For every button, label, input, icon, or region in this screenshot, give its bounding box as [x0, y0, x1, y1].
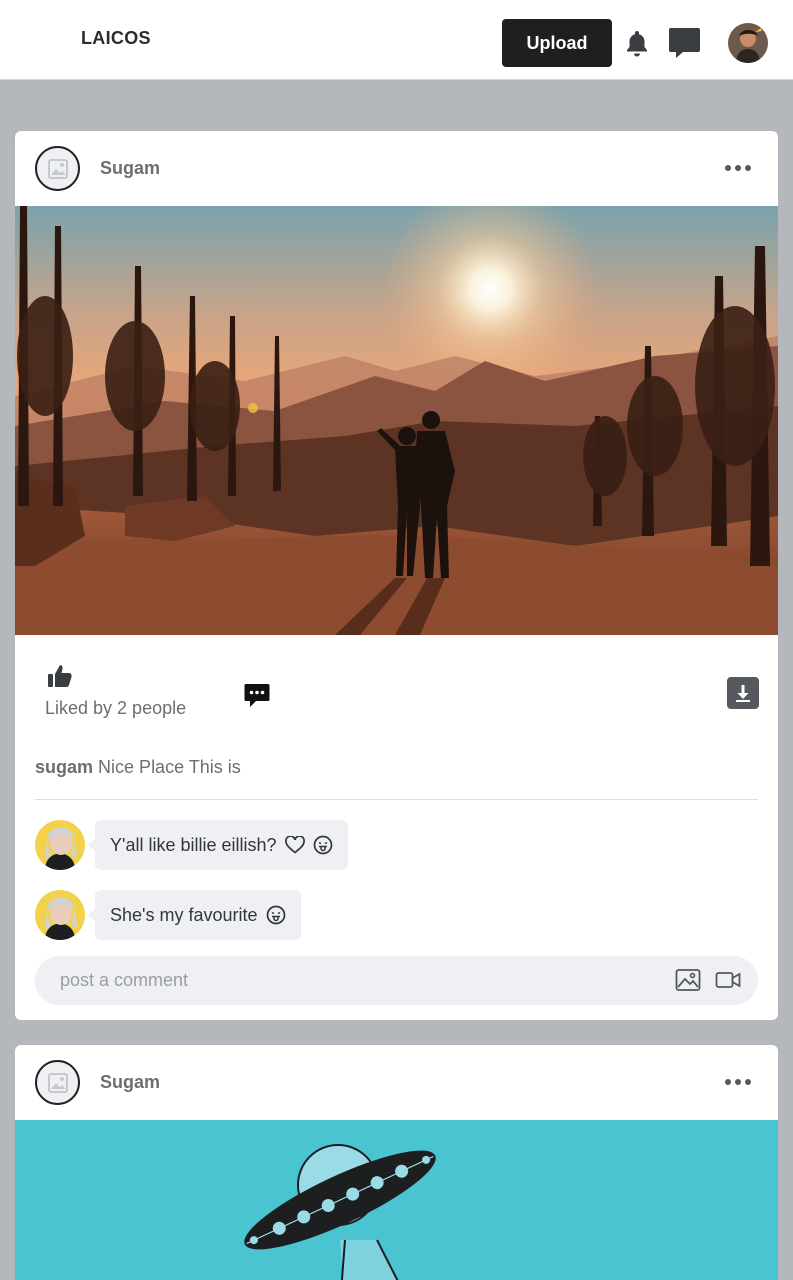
top-bar: LAICOS Upload	[0, 0, 793, 80]
divider	[35, 799, 758, 800]
more-options-icon[interactable]	[725, 161, 751, 175]
brand-logo[interactable]: LAICOS	[81, 28, 151, 49]
heart-icon[interactable]	[284, 836, 305, 854]
comment-item: Y'all like billie eillish?	[35, 820, 365, 872]
tongue-emoji-icon[interactable]	[266, 905, 286, 925]
comment-text: Y'all like billie eillish?	[110, 834, 277, 855]
more-options-icon[interactable]	[725, 1075, 751, 1089]
comment-bubble: She's my favourite	[88, 890, 301, 940]
photo-icon[interactable]	[675, 968, 701, 992]
video-icon[interactable]	[715, 969, 741, 991]
commenter-avatar[interactable]	[35, 820, 85, 870]
post-header: Sugam	[15, 131, 778, 206]
post-caption: sugam Nice Place This is	[35, 757, 241, 778]
post-image	[15, 1120, 778, 1280]
bell-icon[interactable]	[625, 29, 649, 57]
image-placeholder-icon	[47, 1072, 68, 1093]
post-card: Sugam	[15, 1045, 778, 1280]
download-button[interactable]	[727, 677, 759, 709]
post-card: Sugam	[15, 131, 778, 1020]
comment-text: She's my favourite	[110, 904, 258, 925]
author-avatar[interactable]	[35, 146, 80, 191]
comment-input[interactable]	[35, 956, 655, 1005]
caption-username[interactable]: sugam	[35, 757, 93, 777]
author-avatar[interactable]	[35, 1060, 80, 1105]
author-name[interactable]: Sugam	[100, 1072, 160, 1093]
comment-icon[interactable]	[244, 683, 270, 708]
comment-item: She's my favourite	[35, 890, 325, 942]
like-icon[interactable]	[47, 663, 73, 689]
comment-bubble: Y'all like billie eillish?	[88, 820, 348, 870]
like-count[interactable]: Liked by 2 people	[45, 698, 186, 719]
user-avatar[interactable]	[728, 23, 768, 63]
commenter-avatar[interactable]	[35, 890, 85, 940]
author-name[interactable]: Sugam	[100, 158, 160, 179]
upload-button[interactable]: Upload	[502, 19, 612, 67]
caption-text: Nice Place This is	[98, 757, 241, 777]
download-icon	[736, 685, 750, 702]
comment-composer	[35, 956, 758, 1005]
tongue-emoji-icon[interactable]	[313, 835, 333, 855]
image-placeholder-icon	[47, 158, 68, 179]
message-icon[interactable]	[668, 27, 701, 59]
post-image	[15, 206, 778, 635]
post-header: Sugam	[15, 1045, 778, 1120]
